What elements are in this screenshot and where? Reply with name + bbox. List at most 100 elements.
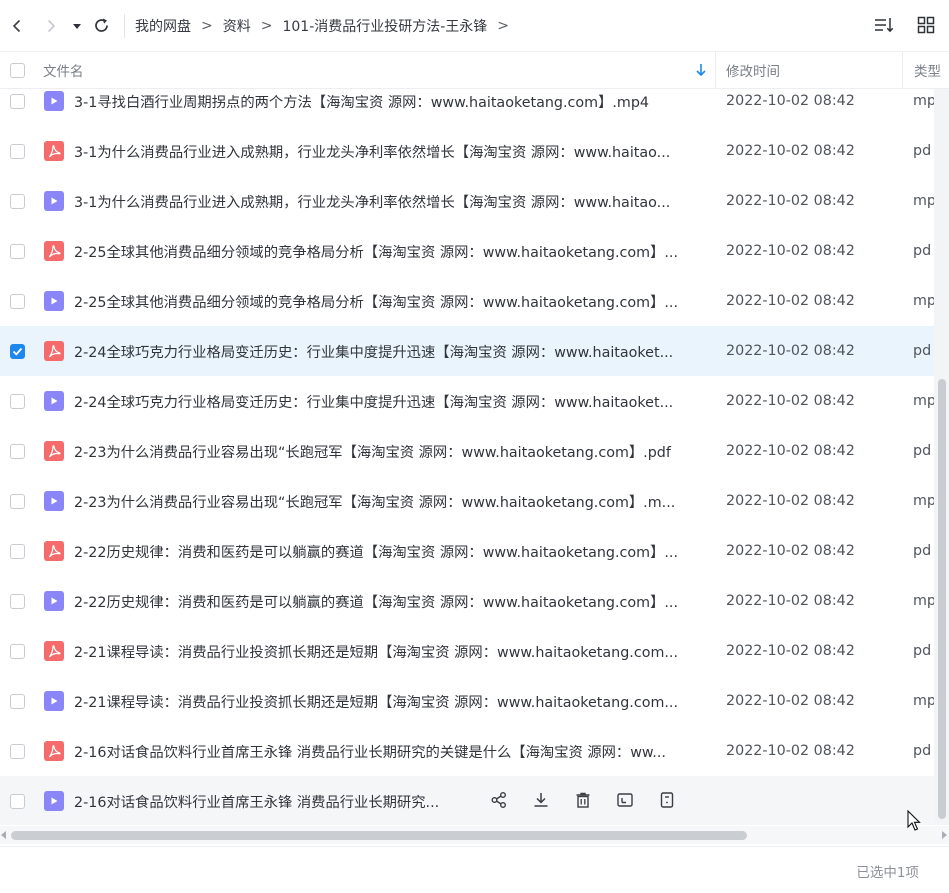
scroll-left-arrow-icon[interactable] — [1, 831, 6, 839]
row-checkbox[interactable] — [9, 343, 25, 359]
row-checkbox[interactable] — [9, 793, 25, 809]
row-checkbox[interactable] — [9, 643, 25, 659]
file-row[interactable]: 2-23为什么消费品行业容易出现“长跑冠军【海淘宝资 源网：www.haitao… — [0, 426, 934, 476]
toolbar-divider — [124, 13, 125, 38]
rename-icon — [617, 793, 633, 807]
row-checkbox[interactable] — [9, 243, 25, 259]
file-name[interactable]: 2-21课程导读：消费品行业投资抓长期还是短期【海淘宝资 源网：www.hait… — [74, 691, 716, 712]
video-file-icon — [44, 591, 64, 611]
file-name[interactable]: 2-25全球其他消费品细分领域的竞争格局分析【海淘宝资 源网：www.haita… — [74, 291, 716, 312]
video-file-icon — [44, 191, 64, 211]
file-modified-time: 2022-10-02 08:42 — [726, 143, 855, 159]
row-checkbox[interactable] — [9, 193, 25, 209]
sort-button[interactable] — [869, 10, 899, 40]
row-checkbox[interactable] — [9, 593, 25, 609]
row-checkbox[interactable] — [9, 293, 25, 309]
file-name[interactable]: 3-1为什么消费品行业进入成熟期，行业龙头净利率依然增长【海淘宝资 源网：www… — [74, 191, 716, 212]
row-checkbox[interactable] — [9, 443, 25, 459]
row-checkbox-cell — [0, 343, 34, 359]
file-name[interactable]: 2-25全球其他消费品细分领域的竞争格局分析【海淘宝资 源网：www.haita… — [74, 241, 716, 262]
file-modified-time: 2022-10-02 08:42 — [726, 543, 855, 559]
vertical-scrollbar[interactable] — [934, 89, 949, 825]
file-row[interactable]: 3-1为什么消费品行业进入成熟期，行业龙头净利率依然增长【海淘宝资 源网：www… — [0, 176, 934, 226]
file-type: mp — [913, 393, 934, 409]
chevron-right-icon — [47, 19, 56, 32]
breadcrumb-item-root[interactable]: 我的网盘 — [135, 16, 191, 36]
file-icon-cell — [34, 141, 74, 161]
scroll-right-arrow-icon[interactable] — [942, 831, 947, 839]
horizontal-scrollbar[interactable] — [0, 826, 949, 844]
row-checkbox[interactable] — [9, 693, 25, 709]
horizontal-scrollbar-thumb[interactable] — [11, 831, 747, 840]
file-name[interactable]: 2-24全球巧克力行业格局变迁历史：行业集中度提升迅速【海淘宝资 源网：www.… — [74, 341, 716, 362]
download-icon — [534, 793, 548, 807]
pdf-file-icon — [44, 141, 64, 161]
file-row[interactable]: 2-25全球其他消费品细分领域的竞争格局分析【海淘宝资 源网：www.haita… — [0, 226, 934, 276]
share-icon — [491, 792, 506, 808]
file-icon-cell — [34, 491, 74, 511]
file-row[interactable]: 2-21课程导读：消费品行业投资抓长期还是短期【海淘宝资 源网：www.hait… — [0, 626, 934, 676]
file-type: pd — [913, 443, 932, 459]
mouse-pointer-icon — [907, 810, 921, 831]
grid-view-button[interactable] — [911, 10, 941, 40]
forward-button[interactable] — [34, 9, 68, 43]
video-file-icon — [44, 791, 64, 811]
back-button[interactable] — [0, 9, 34, 43]
row-checkbox[interactable] — [9, 543, 25, 559]
file-modified-time: 2022-10-02 08:42 — [726, 93, 855, 109]
file-name[interactable]: 2-22历史规律：消费和医药是可以躺赢的赛道【海淘宝资 源网：www.haita… — [74, 591, 716, 612]
history-dropdown-button[interactable] — [68, 9, 86, 43]
more-button[interactable] — [656, 789, 678, 811]
file-list: 3-1寻找白酒行业周期拐点的两个方法【海淘宝资 源网：www.haitaoket… — [0, 76, 934, 825]
row-checkbox[interactable] — [9, 743, 25, 759]
download-button[interactable] — [530, 789, 552, 811]
file-icon-cell — [34, 391, 74, 411]
breadcrumb-item-current[interactable]: 101-消费品行业投研方法-王永锋 — [282, 16, 487, 36]
file-row[interactable]: 2-22历史规律：消费和医药是可以躺赢的赛道【海淘宝资 源网：www.haita… — [0, 526, 934, 576]
file-name[interactable]: 2-21课程导读：消费品行业投资抓长期还是短期【海淘宝资 源网：www.hait… — [74, 641, 716, 662]
file-icon-cell — [34, 441, 74, 461]
file-row[interactable]: 2-16对话食品饮料行业首席王永锋 消费品行业长期研究... — [0, 776, 934, 825]
row-checkbox[interactable] — [9, 93, 25, 109]
vertical-scrollbar-thumb[interactable] — [938, 379, 946, 819]
delete-button[interactable] — [572, 789, 594, 811]
row-checkbox-cell — [0, 243, 34, 259]
file-name[interactable]: 2-23为什么消费品行业容易出现“长跑冠军【海淘宝资 源网：www.haitao… — [74, 491, 716, 512]
file-name[interactable]: 3-1为什么消费品行业进入成熟期，行业龙头净利率依然增长【海淘宝资 源网：www… — [74, 141, 716, 162]
row-checkbox[interactable] — [9, 143, 25, 159]
row-checkbox[interactable] — [9, 493, 25, 509]
file-name[interactable]: 3-1寻找白酒行业周期拐点的两个方法【海淘宝资 源网：www.haitaoket… — [74, 91, 716, 112]
video-file-icon — [44, 491, 64, 511]
file-icon-cell — [34, 741, 74, 761]
file-icon-cell — [34, 791, 74, 811]
file-row[interactable]: 2-21课程导读：消费品行业投资抓长期还是短期【海淘宝资 源网：www.hait… — [0, 676, 934, 726]
rename-button[interactable] — [614, 789, 636, 811]
file-type: mp — [913, 193, 934, 209]
file-row[interactable]: 2-25全球其他消费品细分领域的竞争格局分析【海淘宝资 源网：www.haita… — [0, 276, 934, 326]
file-row[interactable]: 2-24全球巧克力行业格局变迁历史：行业集中度提升迅速【海淘宝资 源网：www.… — [0, 326, 934, 376]
file-row[interactable]: 2-23为什么消费品行业容易出现“长跑冠军【海淘宝资 源网：www.haitao… — [0, 476, 934, 526]
file-type: pd — [913, 143, 932, 159]
file-row[interactable]: 3-1寻找白酒行业周期拐点的两个方法【海淘宝资 源网：www.haitaoket… — [0, 76, 934, 126]
file-row[interactable]: 2-22历史规律：消费和医药是可以躺赢的赛道【海淘宝资 源网：www.haita… — [0, 576, 934, 626]
pdf-file-icon — [44, 241, 64, 261]
toolbar: 我的网盘 > 资料 > 101-消费品行业投研方法-王永锋 > — [0, 0, 949, 52]
pdf-file-icon — [44, 741, 64, 761]
row-checkbox[interactable] — [9, 393, 25, 409]
share-button[interactable] — [488, 789, 510, 811]
breadcrumb-separator: > — [497, 17, 510, 34]
video-file-icon — [44, 291, 64, 311]
file-name[interactable]: 2-24全球巧克力行业格局变迁历史：行业集中度提升迅速【海淘宝资 源网：www.… — [74, 391, 716, 412]
file-type: pd — [913, 343, 932, 359]
file-modified-time: 2022-10-02 08:42 — [726, 393, 855, 409]
file-name[interactable]: 2-16对话食品饮料行业首席王永锋 消费品行业长期研究的关键是什么【海淘宝资 源… — [74, 741, 716, 762]
file-icon-cell — [34, 541, 74, 561]
file-row[interactable]: 3-1为什么消费品行业进入成熟期，行业龙头净利率依然增长【海淘宝资 源网：www… — [0, 126, 934, 176]
file-row[interactable]: 2-24全球巧克力行业格局变迁历史：行业集中度提升迅速【海淘宝资 源网：www.… — [0, 376, 934, 426]
file-row[interactable]: 2-16对话食品饮料行业首席王永锋 消费品行业长期研究的关键是什么【海淘宝资 源… — [0, 726, 934, 776]
refresh-button[interactable] — [86, 9, 116, 43]
row-checkbox-cell — [0, 493, 34, 509]
file-name[interactable]: 2-23为什么消费品行业容易出现“长跑冠军【海淘宝资 源网：www.haitao… — [74, 441, 716, 462]
file-name[interactable]: 2-22历史规律：消费和医药是可以躺赢的赛道【海淘宝资 源网：www.haita… — [74, 541, 716, 562]
breadcrumb-item-folder[interactable]: 资料 — [223, 16, 251, 36]
